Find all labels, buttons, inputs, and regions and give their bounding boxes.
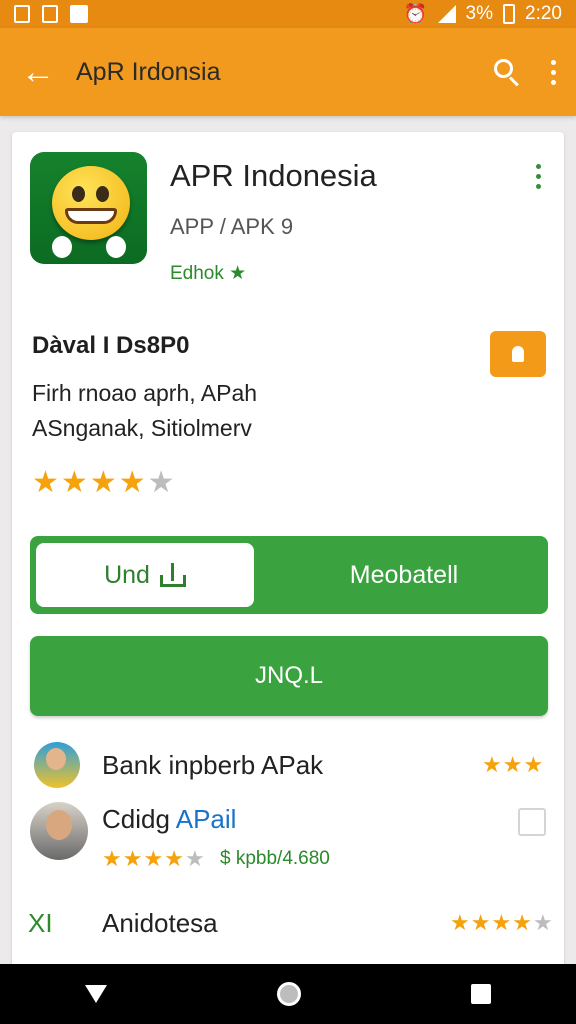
share-button[interactable]: Und	[36, 543, 254, 607]
app-bar: ← ApR Irdonsia	[0, 28, 576, 116]
list-item-meta: $ kpbb/4.680	[220, 848, 330, 869]
split-action-button: Und Meobatell	[30, 536, 548, 614]
list-item-title: Anidotesa	[102, 908, 218, 938]
star-empty-icon: ★	[532, 910, 553, 935]
battery-icon	[503, 4, 516, 24]
alarm-icon: ⏰	[403, 4, 428, 25]
developer-link[interactable]: Edhok ★	[170, 262, 246, 285]
notification-icon	[14, 5, 30, 23]
star-filled-icon: ★	[89, 466, 117, 499]
nav-recents-icon[interactable]	[471, 984, 491, 1004]
share-button-label: Und	[104, 560, 150, 589]
more-vert-icon[interactable]	[548, 59, 558, 85]
description-line: ASnganak, Sitiolmerv	[32, 415, 252, 441]
star-filled-icon: ★	[491, 910, 512, 935]
list-item-checkbox[interactable]	[518, 808, 546, 836]
nav-home-icon[interactable]	[277, 982, 301, 1006]
download-button[interactable]	[490, 331, 546, 377]
star-filled-icon: ★	[60, 466, 88, 499]
app-detail-card: APR Indonesia APP / APK 9 Edhok ★ Dàval …	[12, 132, 564, 972]
main-action-button[interactable]: JNQ.L	[30, 636, 548, 716]
back-arrow-icon: ←	[21, 52, 55, 91]
star-filled-icon: ★	[502, 752, 523, 777]
list-item-rating: ★ ★ ★	[482, 754, 543, 776]
battery-percent: 3%	[465, 3, 494, 24]
system-nav-bar	[0, 964, 576, 1024]
star-filled-icon: ★	[102, 846, 122, 871]
avatar	[34, 742, 80, 788]
list-item-title: Bank inpberb APak	[102, 750, 324, 780]
nav-back-icon[interactable]	[85, 985, 107, 1003]
app-subtitle: APP / APK 9	[170, 214, 294, 239]
card-more-icon[interactable]	[536, 164, 541, 189]
star-filled-icon: ★	[512, 910, 532, 935]
list-item-rating: ★ ★ ★ ★ ★	[102, 848, 205, 870]
status-bar: ⏰ 3% 2:20	[0, 0, 576, 28]
star-filled-icon: ★	[32, 466, 59, 499]
app-name: APR Indonesia	[170, 158, 377, 193]
star-filled-icon: ★	[482, 752, 502, 777]
notification-icon	[42, 5, 58, 23]
list-item-logo: XI	[28, 908, 53, 938]
app-notification-icon	[70, 5, 88, 23]
star-empty-icon: ★	[184, 846, 205, 871]
signal-icon	[437, 5, 456, 23]
app-bar-title: ApR Irdonsia	[76, 57, 221, 86]
list-item[interactable]: XI Anidotesa ★ ★ ★ ★ ★	[12, 904, 564, 944]
star-filled-icon: ★	[470, 910, 491, 935]
list-item-title: Cdidg APail	[102, 804, 237, 834]
star-filled-icon: ★	[450, 910, 470, 935]
share-icon	[159, 563, 186, 587]
list-item[interactable]: Bank inpberb APak ★ ★ ★	[12, 742, 564, 792]
list-item-rating: ★ ★ ★ ★ ★	[450, 912, 553, 934]
smiley-app-icon	[30, 152, 147, 264]
star-filled-icon: ★	[118, 466, 146, 499]
star-filled-icon: ★	[164, 846, 184, 871]
star-filled-icon: ★	[122, 846, 143, 871]
list-item[interactable]: Cdidg APail ★ ★ ★ ★ ★ $ kpbb/4.680	[12, 802, 564, 872]
download-icon	[512, 346, 524, 362]
star-filled-icon: ★	[143, 846, 164, 871]
description-line: Firh rnoao aprh, APah	[32, 380, 258, 406]
back-button[interactable]: ←	[0, 28, 76, 116]
star-empty-icon: ★	[147, 466, 175, 499]
rating-stars: ★ ★ ★ ★ ★	[32, 468, 175, 498]
install-button[interactable]: Meobatell	[260, 536, 548, 614]
search-icon[interactable]	[492, 57, 522, 87]
star-filled-icon: ★	[523, 752, 544, 777]
section-title: Dàval I Ds8P0	[32, 332, 190, 359]
list-item-link[interactable]: APail	[176, 804, 237, 834]
avatar	[30, 802, 88, 860]
status-time: 2:20	[525, 3, 562, 24]
